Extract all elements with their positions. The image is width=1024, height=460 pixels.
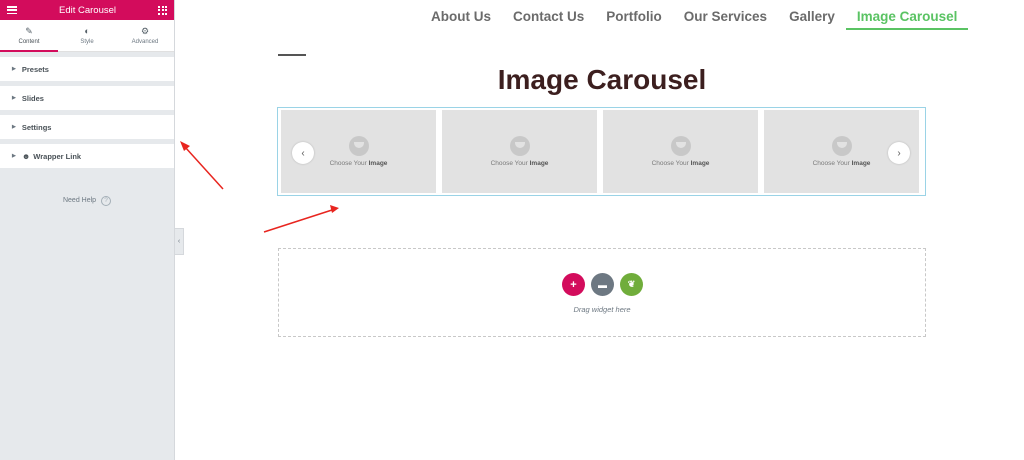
slide-caption: Choose Your Image bbox=[490, 160, 549, 167]
nav-item-about-us[interactable]: About Us bbox=[420, 0, 502, 30]
tab-content[interactable]: ✎ Content bbox=[0, 20, 58, 52]
dropzone-hint: Drag widget here bbox=[573, 305, 631, 314]
dropzone-actions: + ▬ ❦ bbox=[562, 273, 643, 296]
annotation-arrow bbox=[263, 205, 339, 233]
annotation-arrow bbox=[180, 141, 224, 190]
section-wrapper-link[interactable]: ▶ ☻ Wrapper Link bbox=[0, 144, 174, 168]
caret-right-icon: ▶ bbox=[12, 153, 16, 159]
widgets-grid-icon[interactable] bbox=[158, 5, 167, 15]
leaf-icon: ❦ bbox=[627, 279, 636, 289]
caret-right-icon: ▶ bbox=[12, 66, 16, 72]
editor-canvas: Edit Carousel ✎ Content ◐ Style ⚙ Advanc… bbox=[0, 0, 1024, 460]
emoji-icon: ☻ bbox=[21, 151, 31, 161]
sidebar-header: Edit Carousel bbox=[0, 0, 174, 20]
editor-sidebar: Edit Carousel ✎ Content ◐ Style ⚙ Advanc… bbox=[0, 0, 175, 460]
add-section-button[interactable]: + bbox=[562, 273, 585, 296]
section-label: Presets bbox=[21, 64, 49, 74]
slide-caption: Choose Your Image bbox=[812, 160, 871, 167]
page-title: Image Carousel bbox=[497, 64, 707, 95]
image-placeholder-icon bbox=[348, 136, 369, 156]
carousel-next-button[interactable]: › bbox=[888, 142, 910, 164]
section-label: Settings bbox=[21, 122, 52, 132]
sidebar-tabs: ✎ Content ◐ Style ⚙ Advanced bbox=[0, 20, 174, 52]
section-settings[interactable]: ▶ Settings bbox=[0, 115, 174, 139]
caret-right-icon: ▶ bbox=[12, 124, 16, 130]
carousel-slide[interactable]: Choose Your Image bbox=[603, 110, 758, 193]
addon-library-button[interactable]: ❦ bbox=[620, 273, 643, 296]
image-placeholder-icon bbox=[670, 136, 691, 156]
tab-style[interactable]: ◐ Style bbox=[58, 20, 116, 51]
chevron-left-icon: ‹ bbox=[177, 238, 181, 245]
section-label: Wrapper Link bbox=[33, 151, 82, 161]
nav-item-contact-us[interactable]: Contact Us bbox=[502, 0, 595, 30]
menu-icon[interactable] bbox=[7, 6, 17, 14]
tab-label: Style bbox=[80, 39, 94, 45]
nav-item-portfolio[interactable]: Portfolio bbox=[595, 0, 673, 30]
half-circle-icon: ◐ bbox=[84, 26, 90, 36]
slide-caption: Choose Your Image bbox=[329, 160, 388, 167]
collapse-sidebar-button[interactable]: ‹ bbox=[175, 228, 184, 255]
section-presets[interactable]: ▶ Presets bbox=[0, 57, 174, 81]
add-template-button[interactable]: ▬ bbox=[591, 273, 614, 296]
chevron-left-icon: ‹ bbox=[301, 147, 305, 159]
nav-item-gallery[interactable]: Gallery bbox=[778, 0, 846, 30]
divider bbox=[278, 54, 306, 56]
tab-label: Content bbox=[18, 39, 40, 45]
tab-label: Advanced bbox=[131, 39, 159, 45]
folder-icon: ▬ bbox=[598, 279, 607, 290]
image-placeholder-icon bbox=[509, 136, 530, 156]
top-navigation: About Us Contact Us Portfolio Our Servic… bbox=[420, 0, 968, 30]
nav-item-our-services[interactable]: Our Services bbox=[673, 0, 778, 30]
widget-drop-zone[interactable]: + ▬ ❦ Drag widget here bbox=[278, 248, 926, 337]
help-icon: ? bbox=[101, 196, 112, 206]
chevron-right-icon: › bbox=[897, 147, 901, 159]
image-carousel[interactable]: Choose Your Image Choose Your Image Choo… bbox=[277, 107, 926, 196]
image-placeholder-icon bbox=[831, 136, 852, 156]
need-help-link[interactable]: Need Help ? bbox=[0, 196, 174, 206]
gear-icon: ⚙ bbox=[140, 26, 150, 36]
section-slides[interactable]: ▶ Slides bbox=[0, 86, 174, 110]
caret-right-icon: ▶ bbox=[12, 95, 16, 101]
tab-advanced[interactable]: ⚙ Advanced bbox=[116, 20, 174, 51]
carousel-slide[interactable]: Choose Your Image bbox=[442, 110, 597, 193]
nav-item-image-carousel[interactable]: Image Carousel bbox=[845, 0, 969, 30]
pencil-icon: ✎ bbox=[25, 26, 33, 36]
section-label: Slides bbox=[21, 93, 44, 103]
sidebar-title: Edit Carousel bbox=[58, 4, 117, 16]
carousel-prev-button[interactable]: ‹ bbox=[292, 142, 314, 164]
plus-icon: + bbox=[570, 278, 577, 291]
need-help-label: Need Help bbox=[62, 197, 97, 204]
slide-caption: Choose Your Image bbox=[651, 160, 710, 167]
